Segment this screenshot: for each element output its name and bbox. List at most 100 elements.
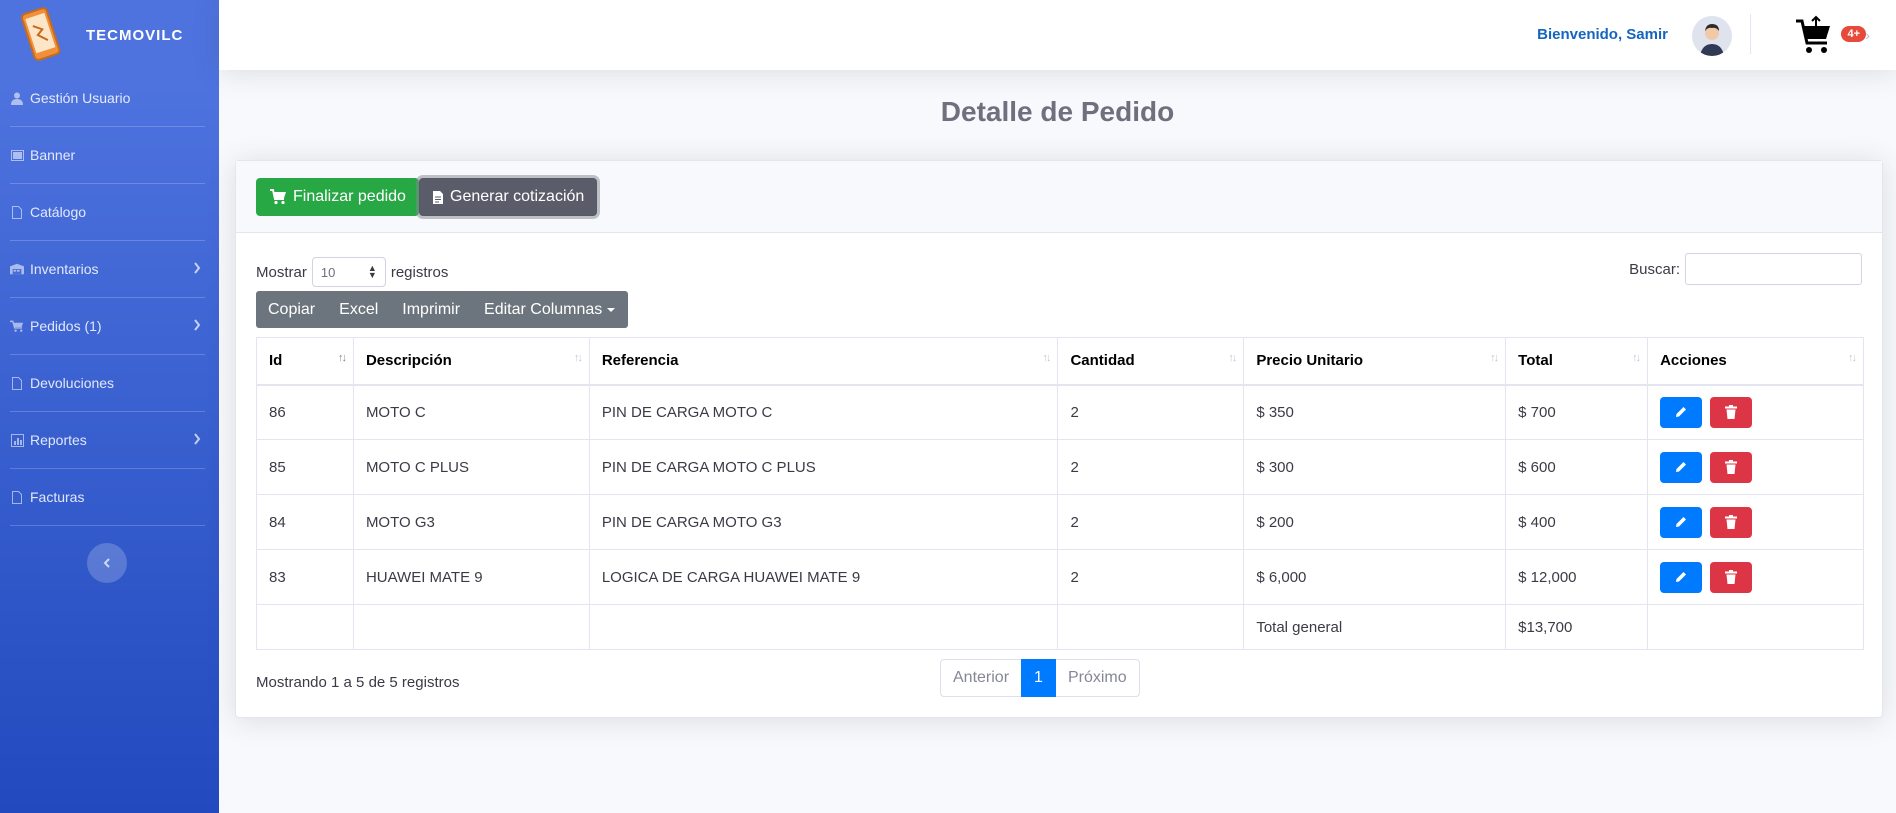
column-header-precio[interactable]: Precio Unitario ↑↓ (1243, 337, 1507, 386)
trash-icon (1725, 460, 1738, 474)
sidebar-item-catalogo[interactable]: Catálogo (10, 184, 205, 241)
edit-columns-button[interactable]: Editar Columnas (472, 291, 628, 328)
length-select[interactable]: 10 ▲ ▼ (311, 257, 386, 287)
column-header-cantidad[interactable]: Cantidad ↑↓ (1057, 337, 1245, 386)
delete-button[interactable] (1710, 561, 1753, 593)
sidebar-item-facturas[interactable]: Facturas (10, 469, 205, 526)
export-button-group: Copiar Excel Imprimir Editar Columnas (256, 291, 629, 328)
pencil-icon (1676, 462, 1687, 472)
generate-quote-label: Generar cotización (450, 188, 585, 205)
sort-icon: ↑↓ (1848, 352, 1857, 364)
length-prefix: Mostrar (256, 263, 307, 281)
column-header-descripcion[interactable]: Descripción ↑↓ (352, 337, 590, 386)
cell-id: 85 (256, 439, 354, 495)
file-icon (10, 205, 24, 219)
cell-total: $ 12,000 (1505, 549, 1649, 605)
delete-button[interactable] (1710, 451, 1753, 483)
table-header-row: Id ↑↓ Descripción ↑↓ Referencia ↑↓ Cantidad… (256, 337, 1864, 386)
brand[interactable]: TECMOVILC (0, 0, 219, 70)
copy-button[interactable]: Copiar (256, 291, 327, 328)
edit-button[interactable] (1660, 396, 1703, 428)
pagination: Anterior 1 Próximo (940, 659, 1140, 697)
cell-precio: $ 200 (1243, 494, 1507, 550)
topbar-divider (1750, 14, 1751, 54)
file-icon (10, 376, 24, 390)
length-value: 10 (320, 264, 336, 280)
edit-columns-label: Editar Columnas (484, 300, 603, 318)
pagination-previous[interactable]: Anterior (940, 659, 1023, 697)
updown-arrows-icon: ▲ ▼ (367, 263, 377, 280)
sort-icon: ↑↓ (573, 352, 583, 364)
sort-icon: ↑↓ (1632, 352, 1641, 364)
search-control: Buscar: (1629, 253, 1862, 285)
sidebar-item-devoluciones[interactable]: Devoluciones (10, 355, 205, 412)
cell-acciones (1647, 549, 1864, 605)
sort-icon: ↑↓ (1228, 352, 1237, 364)
chevron-right-icon[interactable]: › (1865, 27, 1870, 43)
sidebar-item-banner[interactable]: Banner (10, 127, 205, 184)
report-icon (10, 433, 24, 447)
excel-button[interactable]: Excel (327, 291, 390, 328)
sidebar-item-label: Banner (30, 147, 76, 163)
column-header-acciones[interactable]: Acciones ↑↓ (1647, 337, 1864, 386)
card-header: Finalizar pedido Generar cotización (236, 161, 1882, 233)
cell-total: $ 400 (1505, 494, 1649, 550)
sort-icon: ↑↓ (1490, 352, 1499, 364)
sidebar-item-label: Facturas (30, 489, 85, 505)
welcome-text[interactable]: Bienvenido, Samir (1537, 26, 1668, 43)
cell-precio: $ 300 (1243, 439, 1507, 495)
pagination-next[interactable]: Próximo (1054, 659, 1140, 697)
sidebar-toggle-button[interactable] (87, 543, 127, 583)
cell-cantidad: 2 (1057, 384, 1245, 440)
search-input[interactable] (1685, 253, 1862, 285)
file-icon (10, 490, 24, 504)
column-header-referencia[interactable]: Referencia ↑↓ (588, 337, 1059, 386)
column-header-id[interactable]: Id ↑↓ (256, 337, 354, 386)
length-control: Mostrar 10 ▲ ▼ registros (256, 257, 448, 287)
column-header-total[interactable]: Total ↑↓ (1505, 337, 1649, 386)
sidebar-item-gestion-usuario[interactable]: Gestión Usuario (10, 70, 205, 127)
cell-total: $ 700 (1505, 384, 1649, 440)
table-total-row: Total general $13,700 (256, 604, 1864, 650)
print-button[interactable]: Imprimir (390, 291, 472, 328)
cell-referencia: PIN DE CARGA MOTO G3 (588, 494, 1059, 550)
total-value: $13,700 (1505, 604, 1649, 650)
caret-down-icon (607, 307, 616, 312)
chevron-right-icon (193, 261, 201, 277)
cart-icon[interactable] (1792, 13, 1836, 57)
sort-icon: ↑↓ (337, 352, 347, 364)
sidebar-item-label: Devoluciones (30, 375, 115, 391)
sidebar-item-label: Gestión Usuario (30, 90, 131, 106)
cell-acciones (1647, 384, 1864, 440)
cell-acciones (1647, 439, 1864, 495)
pagination-page-1[interactable]: 1 (1021, 659, 1056, 697)
trash-icon (1725, 405, 1738, 420)
edit-button[interactable] (1660, 561, 1703, 593)
topbar: Bienvenido, Samir 4+ › (219, 0, 1896, 70)
chevron-right-icon (193, 432, 201, 448)
sidebar-item-inventarios[interactable]: Inventarios (10, 241, 205, 298)
chevron-right-icon (193, 318, 201, 334)
cell-descripcion: MOTO C (352, 384, 590, 440)
sort-icon: ↑↓ (1042, 352, 1051, 364)
total-label: Total general (1243, 604, 1507, 650)
table-row: 84 MOTO G3 PIN DE CARGA MOTO G3 2 $ 200 $ 400 (256, 494, 1864, 550)
edit-button[interactable] (1660, 451, 1703, 483)
cell-cantidad: 2 (1057, 439, 1245, 495)
table-row: 86 MOTO C PIN DE CARGA MOTO C 2 $ 350 $ 700 (256, 384, 1864, 440)
finish-order-button[interactable]: Finalizar pedido (256, 178, 419, 216)
edit-button[interactable] (1660, 506, 1703, 538)
delete-button[interactable] (1710, 396, 1753, 428)
cell-descripcion: MOTO C PLUS (352, 439, 590, 495)
cell-precio: $ 350 (1243, 384, 1507, 440)
cell-cantidad: 2 (1057, 549, 1245, 605)
finish-order-label: Finalizar pedido (293, 188, 406, 205)
trash-icon (1725, 570, 1738, 584)
sidebar-item-pedidos-1[interactable]: Pedidos (1) (10, 298, 205, 355)
delete-button[interactable] (1710, 506, 1753, 538)
generate-quote-button[interactable]: Generar cotización (419, 178, 598, 216)
cart-icon (270, 189, 286, 205)
chevron-left-icon (103, 558, 110, 568)
avatar[interactable] (1692, 16, 1732, 56)
sidebar-item-reportes[interactable]: Reportes (10, 412, 205, 469)
